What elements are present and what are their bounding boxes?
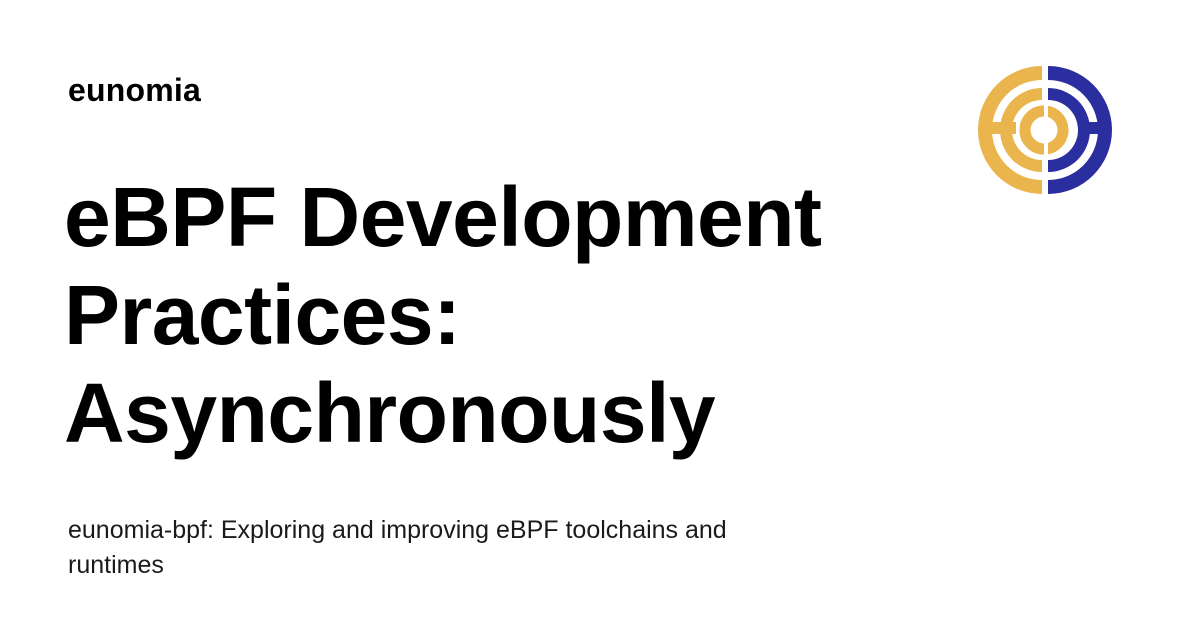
eunomia-logo-icon	[978, 62, 1112, 198]
social-card: eunomia eBPF Development Practices: Asyn…	[0, 0, 1200, 630]
post-title: eBPF Development Practices: Asynchronous…	[64, 170, 822, 460]
post-description: eunomia-bpf: Exploring and improving eBP…	[68, 516, 727, 579]
site-name: eunomia	[68, 72, 201, 108]
